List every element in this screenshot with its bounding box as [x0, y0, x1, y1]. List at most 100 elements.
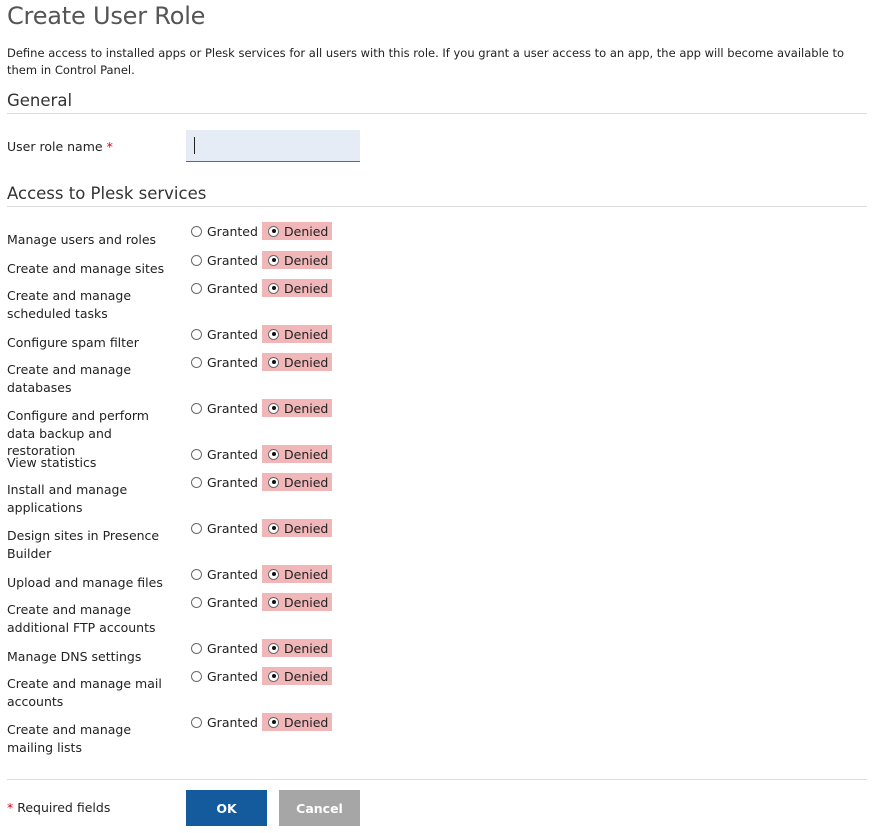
granted-label: Granted	[207, 640, 258, 656]
page-description: Define access to installed apps or Plesk…	[7, 46, 845, 77]
radio-button-icon[interactable]	[191, 522, 202, 534]
radio-button-icon[interactable]	[191, 642, 202, 654]
granted-label: Granted	[207, 668, 258, 684]
granted-radio-option[interactable]: Granted	[191, 713, 258, 731]
granted-radio-option[interactable]: Granted	[191, 222, 258, 240]
granted-radio-option[interactable]: Granted	[191, 325, 258, 343]
granted-label: Granted	[207, 326, 258, 342]
denied-label: Denied	[284, 566, 329, 582]
section-access-heading: Access to Plesk services	[7, 184, 867, 207]
denied-radio-option[interactable]: Denied	[262, 639, 333, 657]
granted-radio-option[interactable]: Granted	[191, 473, 258, 491]
denied-radio-option[interactable]: Denied	[262, 222, 333, 240]
denied-radio-option[interactable]: Denied	[262, 713, 333, 731]
radio-button-selected-icon[interactable]	[268, 356, 279, 368]
denied-label: Denied	[284, 326, 329, 342]
radio-button-selected-icon[interactable]	[268, 448, 279, 460]
service-label: Manage DNS settings	[7, 649, 142, 664]
radio-button-selected-icon[interactable]	[268, 282, 279, 294]
denied-label: Denied	[284, 446, 329, 462]
granted-radio-option[interactable]: Granted	[191, 519, 258, 537]
granted-radio-option[interactable]: Granted	[191, 279, 258, 297]
denied-label: Denied	[284, 668, 329, 684]
denied-label: Denied	[284, 252, 329, 268]
granted-radio-option[interactable]: Granted	[191, 667, 258, 685]
radio-button-selected-icon[interactable]	[268, 328, 279, 340]
radio-button-icon[interactable]	[191, 568, 202, 580]
radio-button-selected-icon[interactable]	[268, 402, 279, 414]
required-fields-text: Required fields	[17, 800, 111, 815]
section-general-heading: General	[7, 91, 867, 114]
radio-button-selected-icon[interactable]	[268, 642, 279, 654]
granted-label: Granted	[207, 520, 258, 536]
footer-divider	[7, 779, 867, 780]
text-caret	[194, 137, 195, 154]
service-label: Create and manage mailing lists	[7, 722, 132, 755]
radio-button-icon[interactable]	[191, 716, 202, 728]
denied-label: Denied	[284, 400, 329, 416]
radio-button-icon[interactable]	[191, 448, 202, 460]
granted-radio-option[interactable]: Granted	[191, 399, 258, 417]
denied-radio-option[interactable]: Denied	[262, 399, 333, 417]
granted-label: Granted	[207, 714, 258, 730]
radio-button-icon[interactable]	[191, 225, 202, 237]
radio-button-icon[interactable]	[191, 402, 202, 414]
radio-button-selected-icon[interactable]	[268, 670, 279, 682]
denied-radio-option[interactable]: Denied	[262, 565, 333, 583]
radio-button-icon[interactable]	[191, 254, 202, 266]
granted-label: Granted	[207, 223, 258, 239]
radio-button-icon[interactable]	[191, 328, 202, 340]
denied-label: Denied	[284, 280, 329, 296]
radio-button-icon[interactable]	[191, 596, 202, 608]
role-name-input[interactable]	[186, 130, 360, 162]
service-label: Create and manage databases	[7, 362, 132, 395]
denied-label: Denied	[284, 640, 329, 656]
radio-button-icon[interactable]	[191, 476, 202, 488]
radio-button-selected-icon[interactable]	[268, 596, 279, 608]
radio-button-selected-icon[interactable]	[268, 254, 279, 266]
denied-label: Denied	[284, 474, 329, 490]
granted-label: Granted	[207, 354, 258, 370]
denied-radio-option[interactable]: Denied	[262, 445, 333, 463]
denied-radio-option[interactable]: Denied	[262, 667, 333, 685]
denied-label: Denied	[284, 223, 329, 239]
service-label: Create and manage scheduled tasks	[7, 288, 132, 321]
service-label: Manage users and roles	[7, 232, 157, 247]
radio-button-icon[interactable]	[191, 282, 202, 294]
service-label: View statistics	[7, 455, 97, 470]
radio-button-selected-icon[interactable]	[268, 716, 279, 728]
service-label: Design sites in Presence Builder	[7, 528, 160, 561]
service-label: Configure and perform data backup and re…	[7, 408, 149, 458]
role-name-label: User role name *	[7, 138, 177, 156]
page-title: Create User Role	[7, 2, 206, 30]
granted-radio-option[interactable]: Granted	[191, 593, 258, 611]
granted-label: Granted	[207, 252, 258, 268]
granted-label: Granted	[207, 474, 258, 490]
granted-label: Granted	[207, 594, 258, 610]
granted-radio-option[interactable]: Granted	[191, 251, 258, 269]
granted-radio-option[interactable]: Granted	[191, 565, 258, 583]
granted-radio-option[interactable]: Granted	[191, 353, 258, 371]
denied-label: Denied	[284, 594, 329, 610]
cancel-button[interactable]: Cancel	[279, 790, 360, 826]
denied-radio-option[interactable]: Denied	[262, 353, 333, 371]
denied-radio-option[interactable]: Denied	[262, 325, 333, 343]
radio-button-icon[interactable]	[191, 670, 202, 682]
denied-radio-option[interactable]: Denied	[262, 519, 333, 537]
radio-button-selected-icon[interactable]	[268, 225, 279, 237]
denied-radio-option[interactable]: Denied	[262, 473, 333, 491]
ok-button[interactable]: OK	[186, 790, 267, 826]
denied-label: Denied	[284, 520, 329, 536]
radio-button-selected-icon[interactable]	[268, 568, 279, 580]
granted-radio-option[interactable]: Granted	[191, 639, 258, 657]
radio-button-selected-icon[interactable]	[268, 476, 279, 488]
required-mark: *	[106, 139, 113, 154]
granted-label: Granted	[207, 446, 258, 462]
denied-radio-option[interactable]: Denied	[262, 279, 333, 297]
denied-radio-option[interactable]: Denied	[262, 593, 333, 611]
radio-button-icon[interactable]	[191, 356, 202, 368]
granted-radio-option[interactable]: Granted	[191, 445, 258, 463]
granted-label: Granted	[207, 280, 258, 296]
radio-button-selected-icon[interactable]	[268, 522, 279, 534]
denied-radio-option[interactable]: Denied	[262, 251, 333, 269]
